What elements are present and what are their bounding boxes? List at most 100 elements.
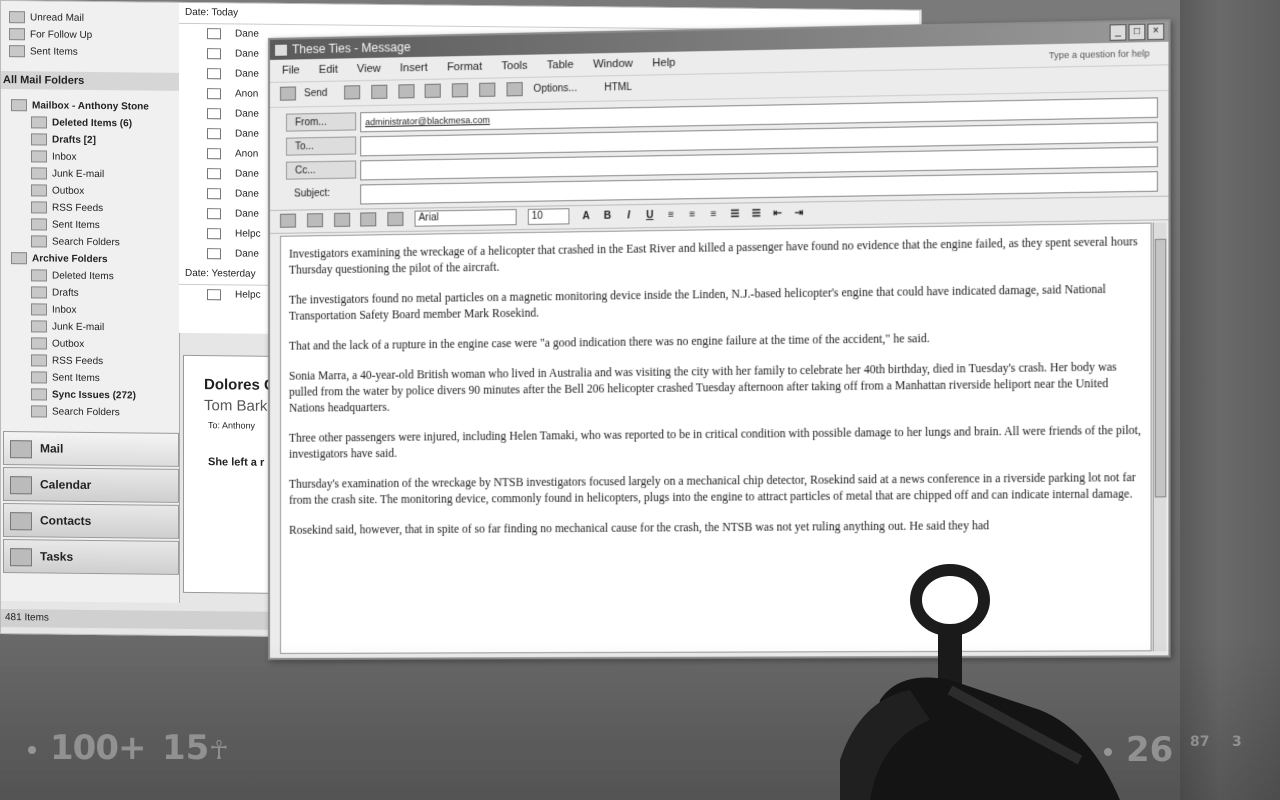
folder-item[interactable]: Sync Issues (272) (11, 386, 171, 405)
maximize-icon[interactable]: □ (1128, 23, 1146, 41)
folder-item[interactable]: Archive Folders (11, 250, 171, 269)
print-icon[interactable] (306, 213, 323, 228)
folder-item[interactable]: Drafts [2] (11, 131, 171, 150)
compose-title: These Ties - Message (292, 40, 411, 57)
increase-indent-icon[interactable]: ⇥ (793, 202, 805, 225)
menu-insert[interactable]: Insert (400, 62, 428, 75)
font-size-select[interactable]: 10 (527, 208, 570, 226)
options-button[interactable]: Options... (533, 83, 577, 95)
folder-icon (31, 354, 47, 367)
minimize-icon[interactable]: _ (1109, 24, 1127, 41)
folder-icon (9, 45, 25, 58)
message-sender: Dane (235, 108, 259, 120)
folder-item[interactable]: Sent Items (11, 216, 171, 235)
check-names-icon[interactable] (398, 84, 415, 99)
folder-icon (31, 286, 47, 299)
ask-question-box[interactable]: Type a question for help (1049, 42, 1150, 67)
mailbox-icon (11, 99, 27, 112)
folder-item[interactable]: Search Folders (11, 233, 171, 252)
menu-file[interactable]: File (282, 64, 300, 76)
favorite-folder-item[interactable]: For Follow Up (9, 26, 92, 44)
all-mail-folders-header: All Mail Folders (1, 71, 181, 91)
folder-item[interactable]: Drafts (11, 284, 171, 303)
body-paragraph: Three other passengers were injured, inc… (289, 424, 1142, 461)
favorite-folders: Unread Mail For Follow Up Sent Items (9, 9, 92, 61)
decrease-indent-icon[interactable]: ⇤ (771, 203, 783, 226)
align-center-icon[interactable]: ≡ (686, 204, 698, 226)
envelope-icon (207, 88, 221, 100)
importance-low-icon[interactable] (452, 83, 469, 98)
menu-view[interactable]: View (357, 63, 381, 76)
folder-item[interactable]: Junk E-mail (11, 165, 171, 184)
attach-icon[interactable] (344, 85, 361, 100)
address-book-icon[interactable] (371, 85, 388, 100)
menu-edit[interactable]: Edit (319, 64, 338, 76)
folder-item[interactable]: RSS Feeds (11, 352, 171, 371)
folder-label: Sent Items (52, 372, 100, 385)
folder-item[interactable]: Deleted Items (6) (11, 114, 171, 133)
nav-button-mail[interactable]: Mail (3, 431, 179, 467)
bold-icon[interactable]: B (601, 205, 613, 227)
signature-icon[interactable] (506, 82, 523, 97)
importance-high-icon[interactable] (425, 83, 442, 99)
paste-icon[interactable] (387, 212, 404, 227)
envelope-icon (207, 108, 221, 120)
italic-icon[interactable]: I (622, 205, 634, 227)
nav-button-contacts[interactable]: Contacts (3, 503, 179, 539)
hud-ammo-clip: 26 (1104, 730, 1173, 770)
font-color-icon[interactable]: A (580, 206, 592, 228)
font-select[interactable]: Arial (414, 209, 517, 228)
menu-format[interactable]: Format (447, 61, 482, 74)
bullet-list-icon[interactable]: ☰ (750, 203, 762, 226)
folder-item[interactable]: Mailbox - Anthony Stone (11, 97, 171, 116)
cut-icon[interactable] (333, 213, 350, 228)
menu-table[interactable]: Table (547, 59, 574, 72)
message-sender: Helpc (235, 228, 261, 240)
folder-item[interactable]: Inbox (11, 148, 171, 167)
body-paragraph: Investigators examining the wreckage of … (289, 236, 1138, 277)
menu-tools[interactable]: Tools (501, 60, 527, 73)
to-button[interactable]: To... (285, 136, 357, 156)
menu-help[interactable]: Help (652, 57, 675, 70)
navigation-pane: Unread Mail For Follow Up Sent Items All… (1, 1, 181, 603)
favorite-folder-item[interactable]: Sent Items (9, 43, 92, 61)
folder-label: Deleted Items (52, 270, 114, 283)
envelope-icon (207, 128, 221, 140)
folder-icon (31, 269, 47, 282)
message-sender: Anon (235, 148, 259, 160)
nav-button-tasks[interactable]: Tasks (3, 539, 179, 575)
save-icon[interactable] (279, 213, 297, 229)
folder-item[interactable]: Deleted Items (11, 267, 171, 286)
message-sender: Dane (235, 168, 259, 180)
message-format-select[interactable]: HTML (604, 82, 632, 94)
folder-item[interactable]: Search Folders (11, 403, 171, 422)
align-right-icon[interactable]: ≡ (707, 204, 719, 226)
folder-item[interactable]: Outbox (11, 182, 171, 201)
folder-item[interactable]: Junk E-mail (11, 318, 171, 337)
folder-icon (31, 388, 47, 401)
message-sender: Anon (235, 88, 259, 100)
folder-label: RSS Feeds (52, 202, 104, 215)
cc-button[interactable]: Cc... (285, 160, 357, 180)
scrollbar-thumb[interactable] (1154, 238, 1167, 498)
from-button[interactable]: From... (285, 112, 357, 132)
menu-window[interactable]: Window (593, 58, 633, 71)
message-sender: Dane (235, 128, 259, 140)
copy-icon[interactable] (360, 212, 377, 227)
send-icon (279, 86, 297, 102)
flag-icon[interactable] (479, 82, 496, 98)
folder-label: Drafts (52, 287, 79, 299)
send-button[interactable]: Send (304, 88, 327, 99)
folder-item[interactable]: RSS Feeds (11, 199, 171, 218)
favorite-folder-item[interactable]: Unread Mail (9, 9, 92, 27)
hud-health: 100+ (28, 728, 146, 768)
nav-button-calendar[interactable]: Calendar (3, 467, 179, 503)
message-sender: Dane (235, 188, 259, 200)
numbered-list-icon[interactable]: ☰ (729, 203, 741, 225)
folder-item[interactable]: Sent Items (11, 369, 171, 388)
close-icon[interactable]: × (1147, 23, 1165, 41)
underline-icon[interactable]: U (644, 205, 656, 227)
folder-item[interactable]: Outbox (11, 335, 171, 354)
folder-item[interactable]: Inbox (11, 301, 171, 320)
align-left-icon[interactable]: ≡ (665, 204, 677, 226)
